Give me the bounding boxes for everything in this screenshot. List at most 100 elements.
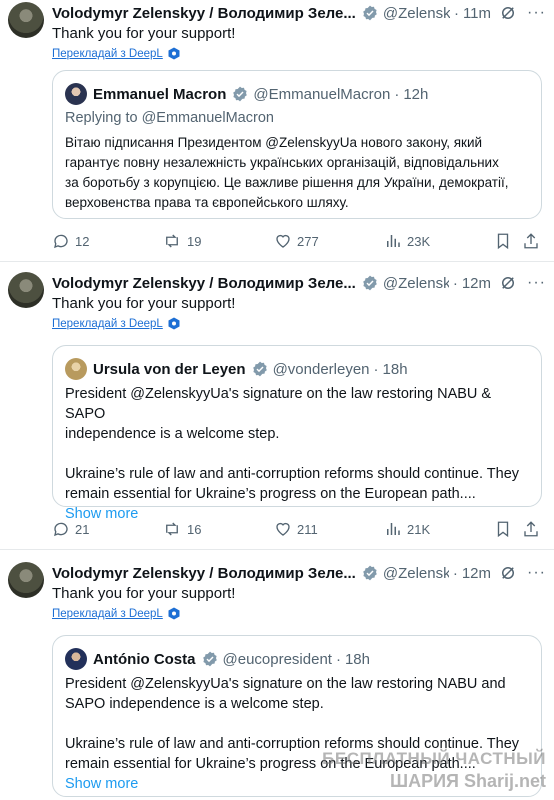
quoted-text-line: гарантує повну незалежність українських … [65, 155, 499, 170]
like-button[interactable]: 277 [274, 232, 319, 250]
post-text: Thank you for your support! [52, 295, 236, 312]
watermark-line-2: ШАРИЯ Sharij.net [390, 771, 546, 791]
quoted-header: Ursula von der Leyen @vonderleyen · 18h [65, 358, 408, 380]
post-time[interactable]: 11m [463, 5, 491, 22]
avatar[interactable] [8, 2, 44, 38]
more-options-icon[interactable]: ··· [527, 4, 546, 22]
quoted-author-name: Emmanuel Macron [93, 85, 227, 103]
grok-icon[interactable] [499, 274, 517, 292]
quoted-author-name: António Costa [93, 650, 196, 668]
separator-dot: · [335, 650, 341, 668]
post-time[interactable]: 12m [462, 565, 491, 582]
translate-link[interactable]: Перекладай з DeepL [52, 607, 180, 620]
author-handle[interactable]: @Zelensky... [383, 275, 449, 292]
bookmark-icon[interactable] [494, 232, 512, 250]
post-text: Thank you for your support! [52, 25, 236, 42]
separator-dot: · [452, 274, 458, 292]
quoted-text-line: remain essential for Ukraine’s progress … [65, 486, 476, 502]
separator-dot: · [373, 360, 379, 378]
reply-count: 12 [75, 233, 90, 249]
replying-to: Replying to @EmmanuelMacron [65, 110, 274, 126]
share-icon[interactable] [522, 232, 540, 250]
translate-label[interactable]: Перекладай з DeepL [52, 608, 163, 620]
view-count: 23K [407, 233, 431, 249]
heart-icon [276, 522, 290, 536]
post-header: Volodymyr Zelenskyy / Володимир Зеле... … [52, 273, 546, 293]
views-icon [387, 235, 400, 247]
verified-badge-icon [363, 275, 377, 291]
views-icon [387, 523, 400, 535]
post-header: Volodymyr Zelenskyy / Володимир Зеле... … [52, 3, 546, 23]
quoted-header: Emmanuel Macron @EmmanuelMacron · 12h [65, 83, 428, 105]
watermark-line-1: БЕСПЛАТНЫЙ ЧАСТНЫЙ [322, 749, 546, 768]
quoted-handle: @eucopresident [222, 650, 332, 668]
more-options-icon[interactable]: ··· [527, 564, 546, 582]
quoted-text-line: independence is a welcome step. [65, 426, 280, 442]
avatar[interactable] [8, 272, 44, 308]
quoted-text-line: SAPO independence is a welcome step. [65, 696, 324, 712]
reply-icon [54, 522, 68, 537]
quoted-text-line: Ukraine’s rule of law and anti-corruptio… [65, 466, 520, 482]
like-button[interactable]: 211 [274, 520, 318, 538]
reply-count: 21 [75, 521, 90, 537]
translate-label[interactable]: Перекладай з DeepL [52, 318, 163, 330]
view-count: 21K [407, 521, 431, 537]
author-name[interactable]: Volodymyr Zelenskyy / Володимир Зеле... [52, 5, 356, 22]
translate-link[interactable]: Перекладай з DeepL [52, 317, 180, 330]
author-handle[interactable]: @Zelensky... [383, 565, 449, 582]
quoted-avatar [65, 648, 87, 670]
heart-icon [276, 234, 290, 248]
quoted-avatar [65, 358, 87, 380]
quoted-header: António Costa @eucopresident · 18h [65, 648, 370, 670]
quoted-post[interactable]: Emmanuel Macron @EmmanuelMacron · 12h Re… [52, 70, 542, 219]
avatar[interactable] [8, 562, 44, 598]
post-header: Volodymyr Zelenskyy / Володимир Зеле... … [52, 563, 546, 583]
post-time[interactable]: 12m [462, 275, 491, 292]
separator-dot: · [453, 4, 459, 22]
post[interactable]: Volodymyr Zelenskyy / Володимир Зеле... … [0, 0, 554, 262]
like-count: 211 [297, 521, 318, 537]
quoted-text-line: за боротьбу з корупцією. Це важливе ріше… [65, 175, 509, 190]
repost-count: 19 [187, 233, 202, 249]
quoted-time: 18h [344, 650, 370, 668]
like-count: 277 [297, 233, 319, 249]
quoted-text-line: верховенства права та європейського шлях… [65, 195, 349, 210]
quoted-text-line: President @ZelenskyyUa's signature on th… [65, 676, 506, 692]
grok-icon[interactable] [499, 564, 517, 582]
repost-button[interactable]: 19 [162, 232, 201, 250]
quoted-avatar [65, 83, 87, 105]
repost-button[interactable]: 16 [162, 520, 201, 538]
views-button[interactable]: 23K [384, 232, 430, 250]
verified-badge-icon [363, 5, 377, 21]
deepl-icon [168, 47, 180, 60]
quoted-text-line: Вітаю підписання Президентом @ZelenskyyU… [65, 135, 483, 150]
author-name[interactable]: Volodymyr Zelenskyy / Володимир Зеле... [52, 565, 356, 582]
post[interactable]: Volodymyr Zelenskyy / Володимир Зеле... … [0, 270, 554, 550]
reply-button[interactable]: 12 [52, 232, 89, 250]
verified-badge-icon [252, 361, 267, 377]
author-handle[interactable]: @Zelensky... [383, 5, 450, 22]
verified-badge-icon [202, 651, 217, 667]
translate-label[interactable]: Перекладай з DeepL [52, 48, 163, 60]
reply-button[interactable]: 21 [52, 520, 89, 538]
author-name[interactable]: Volodymyr Zelenskyy / Володимир Зеле... [52, 275, 356, 292]
translate-link[interactable]: Перекладай з DeepL [52, 47, 180, 60]
share-icon[interactable] [522, 520, 540, 538]
more-options-icon[interactable]: ··· [527, 274, 546, 292]
quoted-post[interactable]: Ursula von der Leyen @vonderleyen · 18h … [52, 345, 542, 522]
verified-badge-icon [363, 565, 377, 581]
deepl-icon [168, 317, 180, 330]
quoted-time: 18h [382, 360, 408, 378]
quoted-text-line [65, 714, 529, 734]
separator-dot: · [394, 85, 400, 103]
quoted-time: 12h [403, 85, 429, 103]
views-button[interactable]: 21K [384, 520, 430, 538]
repost-count: 16 [187, 521, 202, 537]
action-bar: 21 16 211 21K [52, 520, 546, 540]
post-text: Thank you for your support! [52, 585, 236, 602]
bookmark-icon[interactable] [494, 520, 512, 538]
quoted-text: Вітаю підписання Президентом @ZelenskyyU… [65, 133, 529, 213]
quoted-author-name: Ursula von der Leyen [93, 360, 246, 378]
grok-icon[interactable] [499, 4, 517, 22]
repost-icon [166, 234, 178, 248]
